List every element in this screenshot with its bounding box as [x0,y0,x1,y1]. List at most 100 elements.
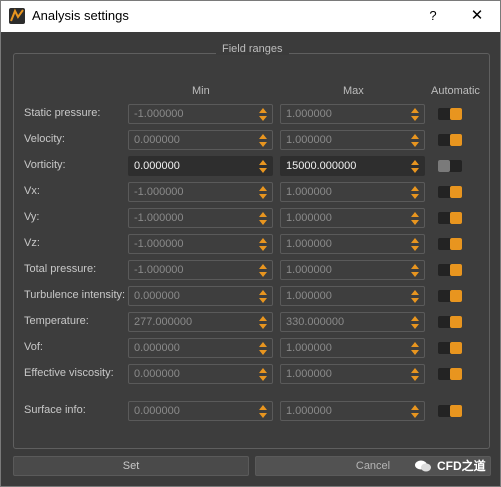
min-spinbox-vx[interactable]: -1.000000 [128,182,273,202]
automatic-toggle-turbulence-intensity[interactable] [438,290,462,302]
chevron-up-icon[interactable] [259,316,267,321]
chevron-down-icon[interactable] [411,168,419,173]
chevron-up-icon[interactable] [259,405,267,410]
chevron-up-icon[interactable] [259,134,267,139]
stepper[interactable] [257,132,270,148]
chevron-down-icon[interactable] [411,246,419,251]
min-spinbox-total-pressure[interactable]: -1.000000 [128,260,273,280]
automatic-toggle-vof[interactable] [438,342,462,354]
stepper[interactable] [409,403,422,419]
chevron-down-icon[interactable] [259,246,267,251]
min-spinbox-vz[interactable]: -1.000000 [128,234,273,254]
stepper[interactable] [257,366,270,382]
max-spinbox-turbulence-intensity[interactable]: 1.000000 [280,286,425,306]
max-spinbox-temperature[interactable]: 330.000000 [280,312,425,332]
chevron-up-icon[interactable] [259,108,267,113]
max-spinbox-effective-viscosity[interactable]: 1.000000 [280,364,425,384]
stepper[interactable] [409,262,422,278]
stepper[interactable] [409,132,422,148]
min-spinbox-vy[interactable]: -1.000000 [128,208,273,228]
chevron-down-icon[interactable] [259,220,267,225]
chevron-down-icon[interactable] [259,298,267,303]
stepper[interactable] [257,236,270,252]
chevron-up-icon[interactable] [259,264,267,269]
chevron-up-icon[interactable] [411,160,419,165]
min-spinbox-surface-info[interactable]: 0.000000 [128,401,273,421]
chevron-down-icon[interactable] [411,413,419,418]
chevron-down-icon[interactable] [259,168,267,173]
automatic-toggle-temperature[interactable] [438,316,462,328]
close-button[interactable]: ✕ [463,5,491,27]
max-spinbox-total-pressure[interactable]: 1.000000 [280,260,425,280]
automatic-toggle-effective-viscosity[interactable] [438,368,462,380]
stepper[interactable] [409,314,422,330]
max-spinbox-static-pressure[interactable]: 1.000000 [280,104,425,124]
chevron-up-icon[interactable] [411,290,419,295]
stepper[interactable] [257,158,270,174]
chevron-up-icon[interactable] [411,108,419,113]
max-spinbox-surface-info[interactable]: 1.000000 [280,401,425,421]
stepper[interactable] [257,403,270,419]
min-spinbox-effective-viscosity[interactable]: 0.000000 [128,364,273,384]
stepper[interactable] [409,184,422,200]
max-spinbox-vorticity[interactable]: 15000.000000 [280,156,425,176]
chevron-up-icon[interactable] [411,212,419,217]
stepper[interactable] [409,158,422,174]
chevron-up-icon[interactable] [411,238,419,243]
chevron-down-icon[interactable] [411,272,419,277]
chevron-down-icon[interactable] [411,376,419,381]
stepper[interactable] [409,366,422,382]
stepper[interactable] [257,288,270,304]
chevron-up-icon[interactable] [411,186,419,191]
chevron-up-icon[interactable] [259,342,267,347]
stepper[interactable] [257,340,270,356]
chevron-down-icon[interactable] [411,116,419,121]
max-spinbox-vof[interactable]: 1.000000 [280,338,425,358]
chevron-down-icon[interactable] [411,142,419,147]
chevron-down-icon[interactable] [259,272,267,277]
stepper[interactable] [409,106,422,122]
chevron-down-icon[interactable] [259,350,267,355]
automatic-toggle-vorticity[interactable] [438,160,462,172]
max-spinbox-vy[interactable]: 1.000000 [280,208,425,228]
automatic-toggle-static-pressure[interactable] [438,108,462,120]
chevron-down-icon[interactable] [411,324,419,329]
automatic-toggle-vz[interactable] [438,238,462,250]
min-spinbox-temperature[interactable]: 277.000000 [128,312,273,332]
stepper[interactable] [257,210,270,226]
chevron-down-icon[interactable] [259,324,267,329]
stepper[interactable] [257,184,270,200]
chevron-down-icon[interactable] [411,194,419,199]
min-spinbox-turbulence-intensity[interactable]: 0.000000 [128,286,273,306]
chevron-down-icon[interactable] [259,376,267,381]
chevron-down-icon[interactable] [411,220,419,225]
stepper[interactable] [409,340,422,356]
chevron-up-icon[interactable] [411,134,419,139]
stepper[interactable] [409,236,422,252]
stepper[interactable] [257,314,270,330]
min-spinbox-vorticity[interactable]: 0.000000 [128,156,273,176]
automatic-toggle-vx[interactable] [438,186,462,198]
chevron-down-icon[interactable] [259,194,267,199]
chevron-down-icon[interactable] [259,116,267,121]
max-spinbox-vz[interactable]: 1.000000 [280,234,425,254]
stepper[interactable] [409,210,422,226]
min-spinbox-vof[interactable]: 0.000000 [128,338,273,358]
chevron-up-icon[interactable] [259,160,267,165]
stepper[interactable] [409,288,422,304]
min-spinbox-static-pressure[interactable]: -1.000000 [128,104,273,124]
chevron-up-icon[interactable] [259,186,267,191]
automatic-toggle-total-pressure[interactable] [438,264,462,276]
chevron-down-icon[interactable] [411,298,419,303]
chevron-down-icon[interactable] [259,142,267,147]
automatic-toggle-velocity[interactable] [438,134,462,146]
chevron-up-icon[interactable] [259,212,267,217]
chevron-down-icon[interactable] [259,413,267,418]
stepper[interactable] [257,262,270,278]
chevron-up-icon[interactable] [411,405,419,410]
help-button[interactable]: ? [419,5,447,27]
automatic-toggle-surface-info[interactable] [438,405,462,417]
chevron-up-icon[interactable] [411,316,419,321]
chevron-up-icon[interactable] [411,264,419,269]
max-spinbox-velocity[interactable]: 1.000000 [280,130,425,150]
